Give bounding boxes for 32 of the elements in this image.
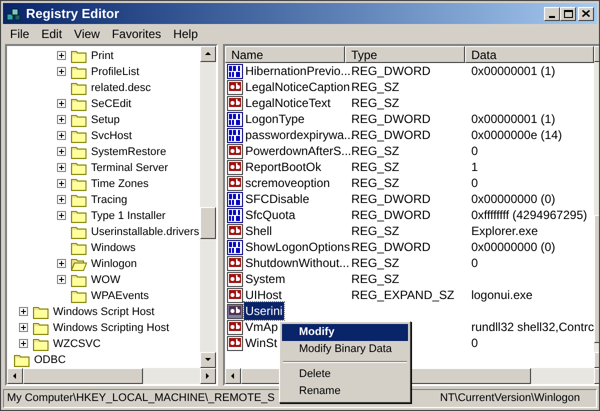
value-type: REG_SZ bbox=[351, 96, 400, 110]
value-type: REG_SZ bbox=[351, 144, 400, 158]
window-title: Registry Editor bbox=[26, 4, 120, 23]
value-type: REG_SZ bbox=[351, 176, 400, 190]
value-type: REG_SZ bbox=[351, 272, 400, 286]
value-type: REG_DWORD bbox=[351, 128, 431, 142]
value-data: 0x00000000 (0) bbox=[471, 240, 556, 254]
status-path: My Computer\HKEY_LOCAL_MACHINE\_REMOTE_S bbox=[7, 391, 275, 406]
value-data: Explorer.exe bbox=[471, 224, 538, 238]
value-data: logonui.exe bbox=[471, 288, 533, 302]
value-data: 0xffffffff (4294967295) bbox=[471, 208, 588, 222]
value-type: REG_DWORD bbox=[351, 208, 431, 222]
status-path: NT\CurrentVersion\Winlogon bbox=[440, 391, 580, 406]
value-type: REG_DWORD bbox=[351, 64, 431, 78]
value-type: REG_EXPAND_SZ bbox=[351, 288, 454, 302]
value-data: 0x0000000e (14) bbox=[471, 128, 562, 142]
value-data: 0 bbox=[471, 256, 478, 270]
value-data: 0 bbox=[471, 176, 478, 190]
value-type: REG_DWORD bbox=[351, 192, 431, 206]
value-type: REG_SZ bbox=[351, 256, 400, 270]
value-data: 1 bbox=[471, 160, 478, 174]
value-type: REG_SZ bbox=[351, 160, 400, 174]
value-data: rundll32 shell32,Contrc bbox=[471, 320, 594, 334]
value-type: REG_SZ bbox=[351, 80, 400, 94]
value-data: 0 bbox=[471, 336, 478, 350]
value-type: REG_DWORD bbox=[351, 240, 431, 254]
value-data: 0x00000000 (0) bbox=[471, 192, 556, 206]
value-type: REG_DWORD bbox=[351, 112, 431, 126]
value-data: 0x00000001 (1) bbox=[471, 112, 556, 126]
value-type: REG_SZ bbox=[351, 224, 400, 238]
value-data: 0x00000001 (1) bbox=[471, 64, 556, 78]
value-data: 0 bbox=[471, 144, 478, 158]
